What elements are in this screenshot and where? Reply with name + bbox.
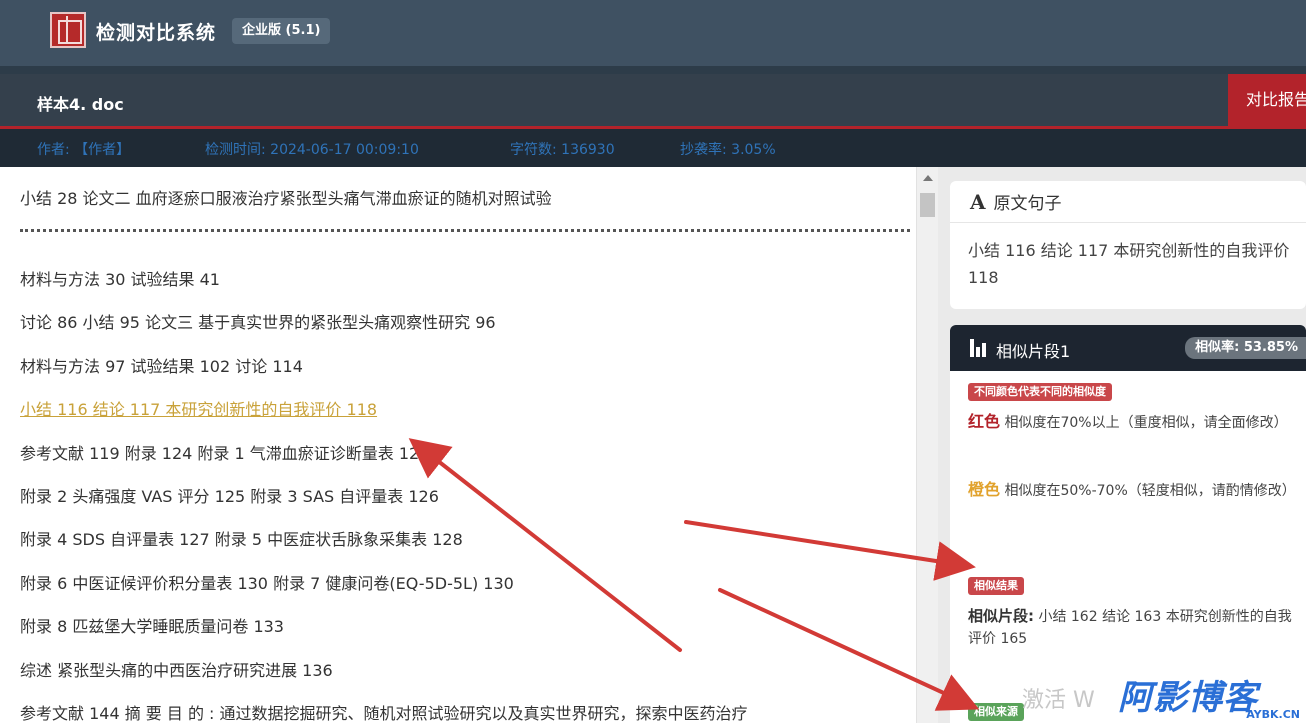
scroll-thumb[interactable] (920, 193, 935, 217)
compare-report-tab[interactable]: 对比报告 (1228, 74, 1306, 126)
char-count: 字符数: 136930 (510, 142, 615, 158)
similar-source-tag: 相似来源 (968, 703, 1024, 721)
doc-line[interactable]: 综述 紧张型头痛的中西医治疗研究进展 136 (20, 657, 333, 681)
scroll-up-arrow-icon[interactable] (923, 175, 933, 181)
brand-url: AYBK.CN (1246, 708, 1300, 721)
doc-line[interactable]: 附录 6 中医证候评价积分量表 130 附录 7 健康问卷(EQ-5D-5L) … (20, 570, 514, 594)
original-sentence-card: A 原文句子 小结 116 结论 117 本研究创新性的自我评价 118 (950, 181, 1306, 309)
app-logo-icon (50, 12, 86, 48)
similarity-rate-badge: 相似率: 53.85% (1185, 337, 1306, 359)
doc-line[interactable]: 附录 4 SDS 自评量表 127 附录 5 中医症状舌脉象采集表 128 (20, 526, 463, 550)
brand-watermark: 阿影博客 AYBK.CN (1118, 670, 1306, 723)
file-bar: 样本4. doc 对比报告 (0, 74, 1306, 126)
doc-line[interactable]: 附录 2 头痛强度 VAS 评分 125 附录 3 SAS 自评量表 126 (20, 483, 439, 507)
author-info: 作者: 【作者】 (37, 142, 131, 158)
copy-rate: 抄袭率: 3.05% (680, 142, 776, 158)
original-sentence-text: 小结 116 结论 117 本研究创新性的自我评价 118 (968, 241, 1290, 287)
detect-time: 检测时间: 2024-06-17 00:09:10 (205, 142, 419, 158)
orange-label: 橙色 (968, 480, 1001, 499)
doc-line[interactable]: 材料与方法 97 试验结果 102 讨论 114 (20, 353, 303, 377)
similar-fragment-content: 相似片段: 小结 162 结论 163 本研究创新性的自我评价 165 (968, 605, 1298, 650)
document-meta-bar: 作者: 【作者】 检测时间: 2024-06-17 00:09:10 字符数: … (0, 129, 1306, 167)
document-scrollbar[interactable] (916, 167, 938, 723)
edition-badge: 企业版 (5.1) (232, 18, 331, 44)
brand-logo-text: 阿影博客 (1118, 678, 1258, 718)
fragment-label: 相似片段: (968, 607, 1034, 625)
similar-fragment-title: 相似片段1 (996, 342, 1071, 361)
header-divider (0, 66, 1306, 74)
doc-line[interactable]: 参考文献 144 摘 要 目 的 : 通过数据挖掘研究、随机对照试验研究以及真实… (20, 700, 748, 723)
doc-line[interactable]: 材料与方法 30 试验结果 41 (20, 266, 220, 290)
app-title: 检测对比系统 (96, 22, 217, 44)
color-legend-tag: 不同颜色代表不同的相似度 (968, 383, 1112, 401)
red-level-desc: 红色 相似度在70%以上（重度相似，请全面修改） (968, 411, 1298, 434)
original-sentence-title: 原文句子 (993, 194, 1062, 214)
toc-dotted-leader (20, 229, 910, 232)
orange-level-text: 相似度在50%-70%（轻度相似，请酌情修改） (1004, 483, 1296, 499)
similar-fragment-card: 相似片段1 相似率: 53.85% 不同颜色代表不同的相似度 红色 相似度在70… (950, 325, 1306, 723)
similar-result-tag: 相似结果 (968, 577, 1024, 595)
bar-chart-icon (970, 339, 988, 357)
doc-line-highlighted[interactable]: 小结 116 结论 117 本研究创新性的自我评价 118 (20, 396, 377, 420)
red-level-text: 相似度在70%以上（重度相似，请全面修改） (1004, 415, 1288, 431)
analysis-panel: A 原文句子 小结 116 结论 117 本研究创新性的自我评价 118 相似片段… (938, 167, 1306, 723)
doc-line[interactable]: 讨论 86 小结 95 论文三 基于真实世界的紧张型头痛观察性研究 96 (20, 309, 496, 333)
document-content: 小结 28 论文二 血府逐瘀口服液治疗紧张型头痛气滞血瘀证的随机对照试验 材料与… (0, 167, 916, 723)
original-sentence-header: A 原文句子 (950, 181, 1306, 223)
app-header: 检测对比系统 企业版 (5.1) (0, 0, 1306, 66)
file-name: 样本4. doc (37, 95, 124, 114)
similar-fragment-header: 相似片段1 相似率: 53.85% (950, 325, 1306, 371)
doc-line[interactable]: 附录 8 匹兹堡大学睡眠质量问卷 133 (20, 613, 284, 637)
doc-line[interactable]: 参考文献 119 附录 124 附录 1 气滞血瘀证诊断量表 124 (20, 440, 429, 464)
doc-line[interactable]: 小结 28 论文二 血府逐瘀口服液治疗紧张型头痛气滞血瘀证的随机对照试验 (20, 185, 552, 209)
red-label: 红色 (968, 412, 1001, 431)
orange-level-desc: 橙色 相似度在50%-70%（轻度相似，请酌情修改） (968, 479, 1298, 502)
activate-watermark: 激活 W (1022, 688, 1095, 713)
font-a-icon: A (970, 190, 986, 214)
